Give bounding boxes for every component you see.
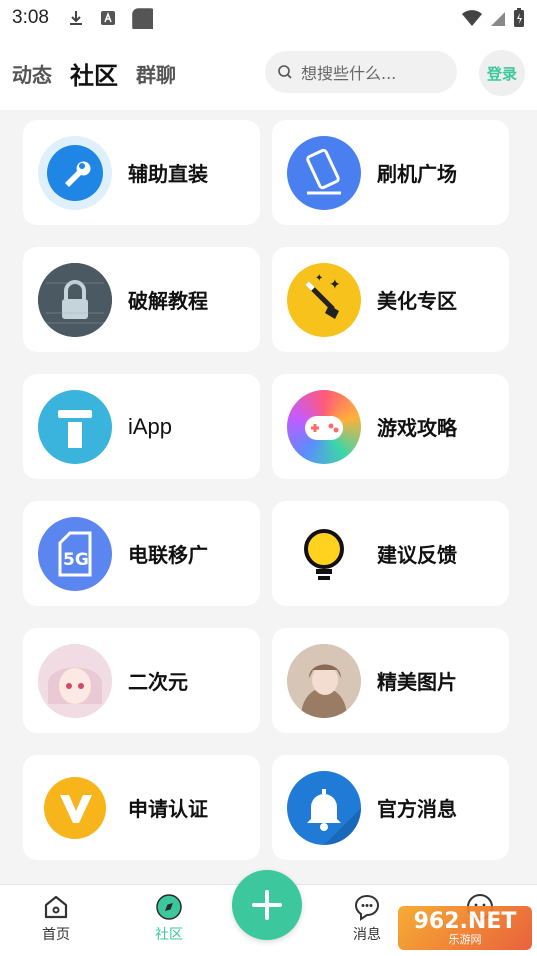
chat-icon [354, 894, 380, 921]
card-iapp[interactable]: iApp [23, 374, 260, 479]
anime-avatar-icon [38, 643, 112, 718]
search-icon [278, 65, 292, 79]
card-label: 破解教程 [128, 289, 208, 313]
plus-icon [252, 890, 282, 920]
signal-icon [491, 12, 505, 26]
home-icon [44, 895, 68, 919]
nav-community[interactable]: 社区 [139, 893, 199, 944]
card-label: 二次元 [128, 670, 188, 694]
status-time: 3:08 [12, 7, 49, 28]
nav-label: 首页 [42, 927, 70, 943]
wrench-icon [38, 135, 112, 210]
nav-messages[interactable]: 消息 [337, 893, 397, 944]
v-badge-icon [38, 770, 112, 845]
top-header: 动态 社区 群聊 想搜些什么... 登录 [0, 36, 537, 110]
search-bar[interactable]: 想搜些什么... [265, 51, 457, 93]
photo-avatar-icon [287, 643, 361, 718]
card-label: 申请认证 [128, 797, 208, 821]
download-icon [69, 11, 82, 25]
nav-label: 消息 [353, 927, 381, 943]
app-icon [132, 8, 153, 29]
card-crack-tutorial[interactable]: 破解教程 [23, 247, 260, 352]
card-beautify-zone[interactable]: ✦ ✦ 美化专区 [272, 247, 509, 352]
5g-icon: 5G [38, 516, 112, 591]
card-flash-square[interactable]: 刷机广场 [272, 120, 509, 225]
tab-community[interactable]: 社区 [70, 56, 118, 93]
magic-wand-icon: ✦ ✦ [287, 262, 361, 337]
search-placeholder: 想搜些什么... [301, 64, 397, 83]
bell-icon [287, 770, 361, 845]
add-post-button[interactable] [232, 870, 302, 940]
svg-text:✦: ✦ [329, 277, 341, 293]
watermark-logo: 962.NET 乐游网 [398, 906, 532, 950]
lightbulb-icon [287, 516, 361, 591]
font-icon [100, 11, 115, 25]
compass-icon [156, 894, 182, 920]
battery-icon [514, 8, 524, 27]
card-pictures[interactable]: 精美图片 [272, 628, 509, 733]
card-apply-certification[interactable]: 申请认证 [23, 755, 260, 860]
gamepad-icon [287, 389, 361, 464]
nav-home[interactable]: 首页 [26, 893, 86, 944]
iapp-icon [38, 389, 112, 464]
status-bar: 3:08 [0, 0, 537, 36]
card-label: 建议反馈 [377, 543, 457, 567]
card-label: 美化专区 [377, 289, 457, 313]
tab-dynamic[interactable]: 动态 [12, 59, 52, 88]
nav-label: 社区 [155, 927, 183, 943]
tab-group-chat[interactable]: 群聊 [136, 59, 176, 88]
lock-icon [38, 262, 112, 337]
community-grid: 辅助直装 刷机广场 破解教程 ✦ ✦ 美化专区 iApp 游戏攻略 5G 电联移… [23, 120, 509, 860]
phone-icon [287, 135, 361, 210]
card-official-news[interactable]: 官方消息 [272, 755, 509, 860]
card-label: iApp [128, 413, 173, 439]
card-assist-install[interactable]: 辅助直装 [23, 120, 260, 225]
card-telecom[interactable]: 5G 电联移广 [23, 501, 260, 606]
card-game-guide[interactable]: 游戏攻略 [272, 374, 509, 479]
card-label: 刷机广场 [377, 162, 457, 186]
login-button[interactable]: 登录 [479, 50, 525, 96]
card-label: 官方消息 [377, 797, 457, 821]
watermark-bottom: 乐游网 [448, 932, 482, 946]
card-label: 辅助直装 [128, 162, 208, 186]
card-label: 电联移广 [128, 543, 208, 567]
card-anime[interactable]: 二次元 [23, 628, 260, 733]
wifi-icon [462, 10, 482, 26]
svg-text:✦: ✦ [315, 273, 323, 284]
card-label: 精美图片 [377, 670, 457, 694]
card-label: 游戏攻略 [377, 416, 457, 440]
svg-text:5G: 5G [63, 550, 89, 570]
card-feedback[interactable]: 建议反馈 [272, 501, 509, 606]
watermark-top: 962.NET [413, 908, 517, 934]
